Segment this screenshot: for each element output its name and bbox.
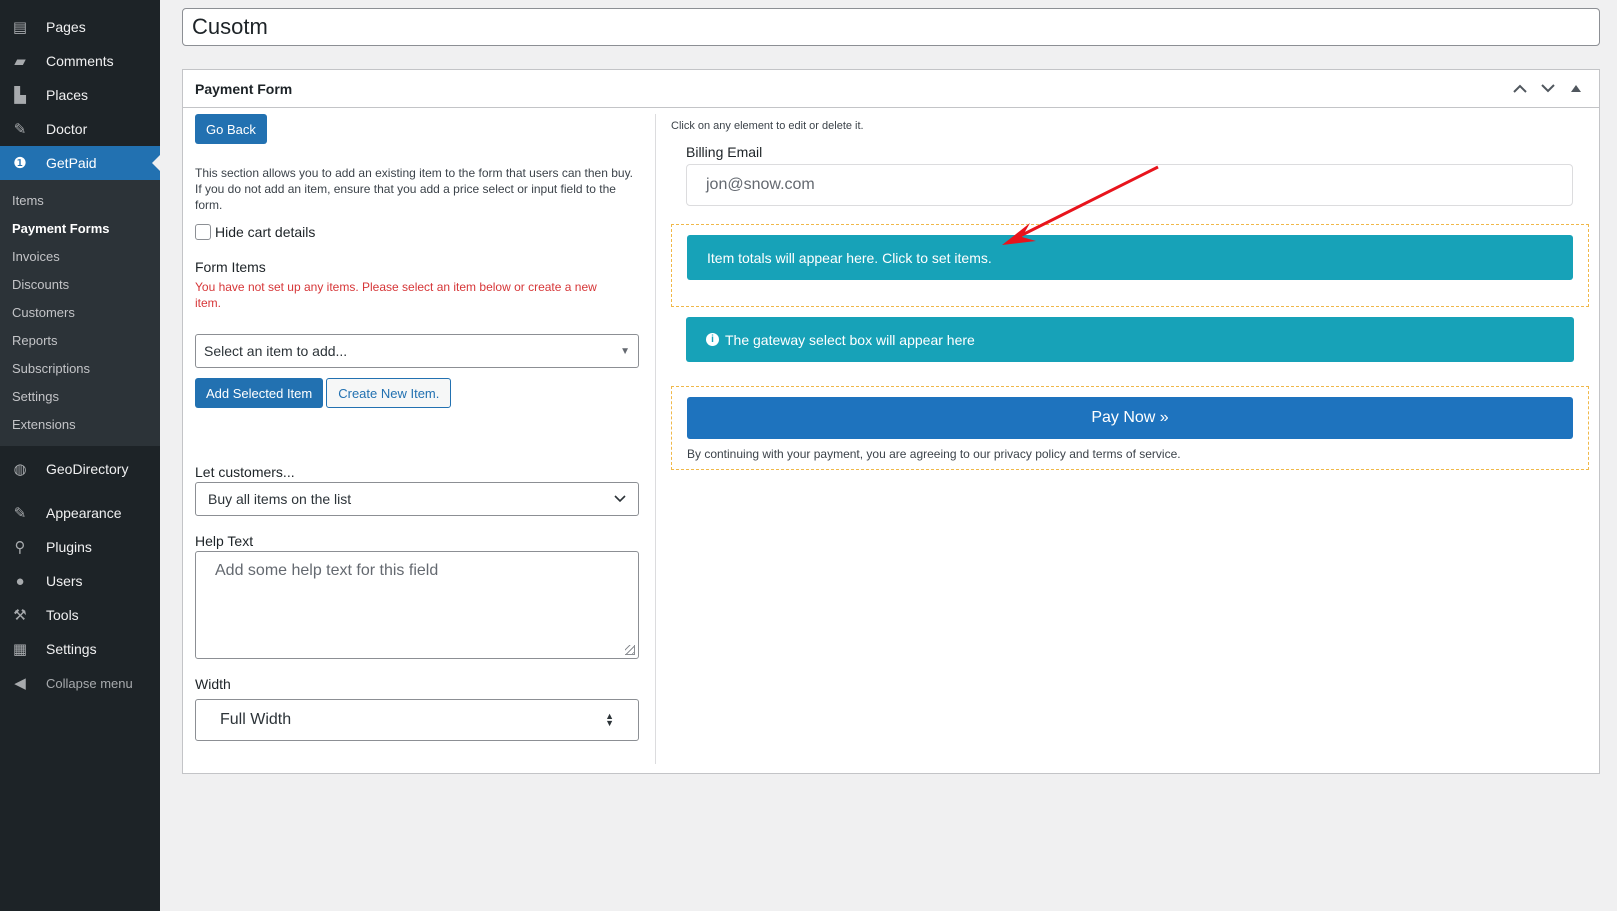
submenu-item-customers[interactable]: Customers [0, 298, 160, 326]
info-circle-icon: i [706, 333, 719, 346]
let-customers-label: Let customers... [195, 464, 295, 480]
element-settings-panel: Go Back This section allows you to add a… [195, 114, 639, 764]
submenu-item-reports[interactable]: Reports [0, 326, 160, 354]
collapse-icon: ◀ [14, 675, 26, 692]
pages-icon: ▤ [12, 19, 28, 36]
submenu-item-items[interactable]: Items [0, 186, 160, 214]
menu-item-settings[interactable]: ▦ Settings [0, 632, 160, 666]
preview-hint: Click on any element to edit or delete i… [671, 120, 864, 132]
submenu-item-discounts[interactable]: Discounts [0, 270, 160, 298]
help-text-placeholder: Add some help text for this field [215, 562, 439, 579]
column-divider [655, 114, 656, 764]
getpaid-icon: ❶ [13, 155, 27, 172]
create-new-item-button[interactable]: Create New Item. [326, 378, 452, 408]
menu-item-tools[interactable]: ⚒ Tools [0, 598, 160, 632]
menu-label: Tools [46, 607, 79, 623]
menu-item-pages[interactable]: ▤ Pages [0, 10, 160, 44]
plugins-icon: ⚲ [14, 539, 26, 556]
handle-actions [1509, 78, 1587, 100]
comments-icon: ▰ [14, 53, 26, 70]
item-section-description: This section allows you to add an existi… [195, 166, 634, 212]
add-selected-item-button[interactable]: Add Selected Item [195, 378, 324, 408]
menu-item-appearance[interactable]: ✎ Appearance [0, 496, 160, 530]
users-icon: ● [15, 572, 25, 590]
menu-label: GeoDirectory [46, 461, 129, 477]
menu-label: Plugins [46, 539, 92, 555]
menu-item-users[interactable]: ● Users [0, 564, 160, 598]
getpaid-submenu: Items Payment Forms Invoices Discounts C… [0, 180, 160, 446]
pay-button-element[interactable]: Pay Now » By continuing with your paymen… [671, 386, 1589, 470]
menu-label: Users [46, 573, 83, 589]
help-text-label: Help Text [195, 533, 254, 549]
submenu-item-subscriptions[interactable]: Subscriptions [0, 354, 160, 382]
admin-sidebar: ▤ Pages ▰ Comments ▙ Places ✎ Doctor ❶ G… [0, 0, 160, 911]
billing-email-label: Billing Email [686, 144, 763, 160]
menu-item-geodirectory[interactable]: ◍ GeoDirectory [0, 452, 160, 486]
menu-label: Pages [46, 19, 86, 35]
collapse-menu-button[interactable]: ◀ Collapse menu [0, 666, 160, 700]
tools-icon: ⚒ [13, 607, 27, 624]
gateway-notice-text: The gateway select box will appear here [725, 331, 975, 348]
submenu-item-settings[interactable]: Settings [0, 382, 160, 410]
payment-form-postbox: Payment Form Go Back This section allows… [182, 69, 1600, 774]
width-select[interactable]: Full Width ▲ ▼ [195, 699, 639, 741]
menu-item-comments[interactable]: ▰ Comments [0, 44, 160, 78]
places-icon: ▙ [14, 87, 26, 104]
go-back-button[interactable]: Go Back [195, 114, 267, 144]
width-label: Width [195, 676, 231, 692]
doctor-icon: ✎ [13, 121, 27, 138]
menu-label: GetPaid [46, 155, 97, 171]
form-items-label: Form Items [195, 259, 266, 275]
postbox-title: Payment Form [195, 80, 293, 97]
submenu-item-invoices[interactable]: Invoices [0, 242, 160, 270]
hide-cart-checkbox[interactable] [195, 224, 211, 240]
menu-item-plugins[interactable]: ⚲ Plugins [0, 530, 160, 564]
collapse-label: Collapse menu [46, 675, 133, 691]
settings-icon: ▦ [12, 641, 28, 658]
menu-item-places[interactable]: ▙ Places [0, 78, 160, 112]
toggle-panel-icon[interactable] [1565, 78, 1587, 100]
chevron-down-icon [614, 495, 626, 503]
help-text-textarea[interactable]: Add some help text for this field [195, 551, 639, 659]
pay-now-button[interactable]: Pay Now » [687, 397, 1573, 439]
select-item-value: Select an item to add... [204, 343, 348, 359]
terms-note: By continuing with your payment, you are… [687, 447, 1181, 461]
move-up-icon[interactable] [1509, 78, 1531, 100]
submenu-item-payment-forms[interactable]: Payment Forms [0, 214, 160, 242]
width-value: Full Width [220, 711, 292, 728]
menu-label: Doctor [46, 121, 88, 137]
appearance-icon: ✎ [13, 505, 27, 522]
move-down-icon[interactable] [1537, 78, 1559, 100]
menu-label: Places [46, 87, 89, 103]
annotation-arrow-icon [1002, 165, 1159, 245]
resize-handle-icon[interactable] [625, 645, 635, 655]
gateway-select-notice[interactable]: i The gateway select box will appear her… [686, 317, 1574, 362]
dropdown-arrow-icon: ▼ [620, 345, 630, 357]
sort-arrows-icon: ▲ ▼ [605, 711, 614, 728]
menu-item-getpaid[interactable]: ❶ GetPaid [0, 146, 160, 180]
postbox-header: Payment Form [183, 70, 1599, 108]
form-items-error: You have not set up any items. Please se… [195, 280, 597, 310]
submenu-item-extensions[interactable]: Extensions [0, 410, 160, 438]
select-item-dropdown[interactable]: Select an item to add... ▼ [195, 334, 639, 368]
hide-cart-label: Hide cart details [215, 224, 316, 240]
let-customers-value: Buy all items on the list [208, 491, 352, 507]
let-customers-select[interactable]: Buy all items on the list [195, 482, 639, 516]
menu-label: Comments [46, 53, 114, 69]
menu-item-doctor[interactable]: ✎ Doctor [0, 112, 160, 146]
form-title-input[interactable]: Cusotm [182, 8, 1600, 46]
menu-label: Appearance [46, 505, 122, 521]
geodirectory-icon: ◍ [13, 461, 27, 478]
menu-label: Settings [46, 641, 97, 657]
